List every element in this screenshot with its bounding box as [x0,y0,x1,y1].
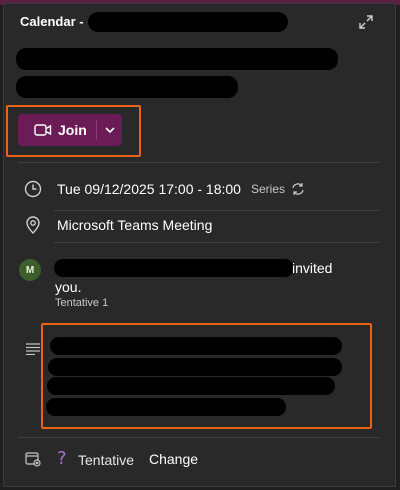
redacted-description-line-1 [50,337,342,355]
series-label: Series [250,182,285,196]
avatar: M [19,259,41,281]
separator [54,210,380,211]
join-button[interactable]: Join [18,114,122,146]
redacted-subject-line-2 [16,76,238,98]
clock-icon [24,180,42,198]
response-status: Tentative [78,452,135,468]
datetime-row: Tue 09/12/2025 17:00 - 18:00 Series [24,180,307,198]
event-popup: Calendar - Join Tue 09/12/2025 17:00 - 1… [3,3,396,487]
redacted-calendar-name [88,12,288,32]
separator [18,437,380,438]
invite-suffix: invited [292,260,333,276]
separator [18,162,380,163]
question-mark-icon: ? [57,448,67,469]
event-datetime: Tue 09/12/2025 17:00 - 18:00 [57,181,241,197]
invite-line-2: you. [55,279,82,295]
description-icon [24,340,42,358]
change-response-button[interactable]: Change [149,451,198,467]
join-main-area[interactable]: Join [18,114,96,146]
join-dropdown[interactable] [97,114,122,146]
join-label: Join [58,122,87,138]
redacted-organizer-name [54,259,294,277]
calendar-status-icon [24,450,42,468]
location-pin-icon [24,216,42,234]
location-row: Microsoft Teams Meeting [24,216,212,234]
separator [54,242,380,243]
event-location: Microsoft Teams Meeting [57,217,213,233]
popup-title: Calendar - [20,14,84,29]
redacted-description-line-4 [46,398,286,416]
expand-icon[interactable] [357,13,375,31]
video-camera-icon [34,121,52,139]
redacted-subject-line-1 [16,48,338,70]
redacted-description-line-2 [48,358,342,376]
chevron-down-icon [101,121,119,139]
tentative-count[interactable]: Tentative 1 [55,297,108,309]
redacted-description-line-3 [47,377,335,395]
recurrence-icon [289,180,307,198]
